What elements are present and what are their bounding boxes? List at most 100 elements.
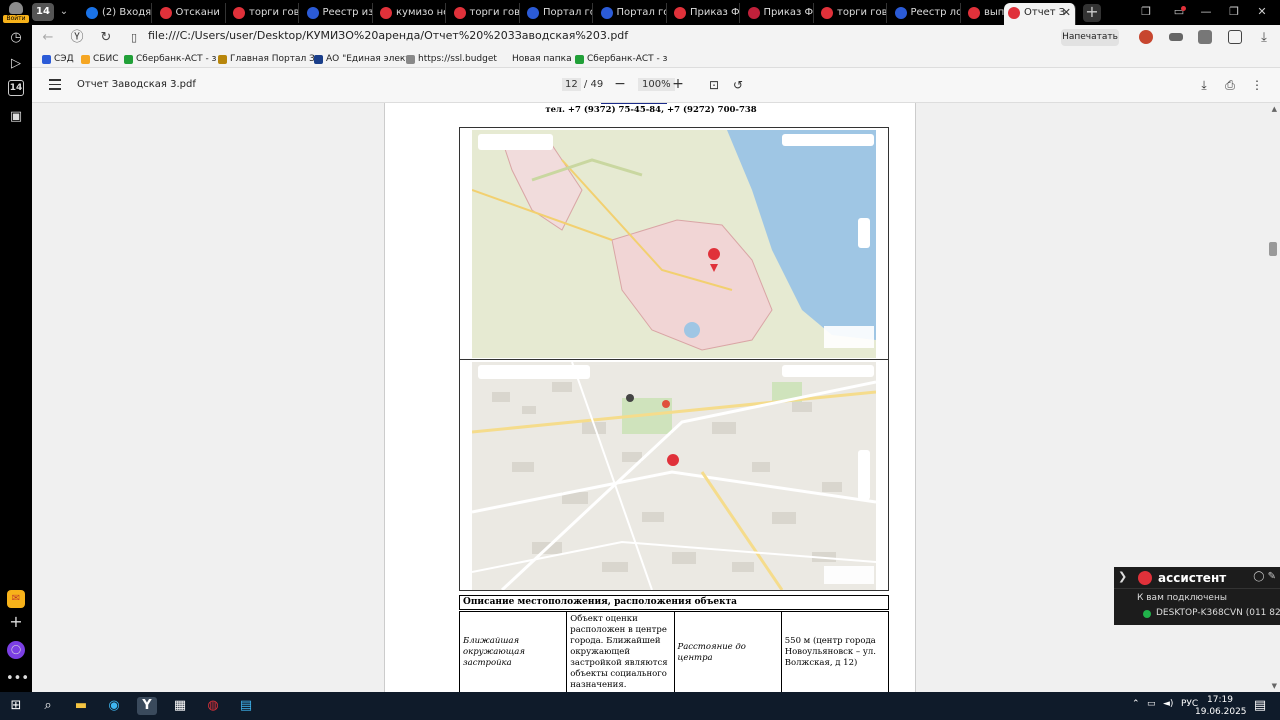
pdf-page: тел. +7 (9372) 75-45-84, +7 (9272) 700-7…: [384, 103, 916, 692]
chevron-right-icon[interactable]: ❯: [1118, 570, 1127, 583]
assistant-popup[interactable]: ❯ ассистент ◯ ✎ К вам подключены DESKTOP…: [1114, 567, 1280, 625]
bookmark-item[interactable]: СЭД: [42, 52, 74, 66]
tab-item[interactable]: кумизо не: [376, 3, 446, 23]
reload-button[interactable]: ↻: [96, 28, 116, 48]
bookmark-item[interactable]: АО "Единая элект: [314, 52, 411, 66]
screenshot-icon[interactable]: ▣: [6, 107, 26, 127]
download-icon[interactable]: ⤓: [1254, 28, 1274, 48]
clock[interactable]: 17:19 19.06.2025: [1195, 694, 1247, 718]
bookmark-item[interactable]: Главная Портал З: [218, 52, 315, 66]
collections-icon[interactable]: ❐: [1134, 3, 1158, 21]
tab-favicon-icon: [380, 7, 392, 19]
close-tab-icon[interactable]: ✕: [1062, 3, 1071, 23]
tab-item[interactable]: торги гов: [817, 3, 887, 23]
scroll-up-icon[interactable]: ▲: [1272, 105, 1277, 113]
windows-start-icon[interactable]: ⊞: [6, 697, 26, 715]
print-button[interactable]: Напечатать: [1061, 29, 1119, 46]
edge-icon[interactable]: ◉: [104, 697, 124, 715]
tab-favicon-icon: [306, 7, 319, 19]
sidebar-panel-icon[interactable]: [1228, 30, 1242, 44]
extension-icon[interactable]: [1139, 30, 1153, 44]
tab-item[interactable]: Приказ Ф: [670, 3, 740, 23]
tab-active[interactable]: Отчет З ✕: [1004, 3, 1076, 25]
chevron-up-icon[interactable]: ⌃: [1132, 699, 1140, 709]
map-pin: [667, 454, 680, 466]
file-explorer-icon[interactable]: ▬: [71, 697, 91, 715]
tab-item[interactable]: Реестр ло: [891, 3, 961, 23]
bookmark-item[interactable]: Сбербанк-АСТ - з: [575, 52, 667, 66]
tab-item[interactable]: Портал го: [597, 3, 667, 23]
fit-page-icon[interactable]: ⊡: [706, 77, 722, 93]
menu-icon[interactable]: [49, 79, 61, 91]
history-icon[interactable]: ◷: [6, 28, 26, 48]
tab-favicon-icon: [600, 7, 613, 19]
tab-item[interactable]: (2) Входящ: [82, 3, 152, 23]
bookmark-favicon-icon: [575, 55, 584, 64]
scroll-down-icon[interactable]: ▼: [1272, 682, 1277, 690]
notifications-icon[interactable]: ▤: [1250, 697, 1270, 715]
shield-icon[interactable]: [1198, 30, 1212, 44]
app-icon[interactable]: ◍: [203, 697, 223, 715]
tab-counter[interactable]: 14: [32, 3, 54, 21]
tab-item[interactable]: торги гов: [229, 3, 299, 23]
page-number-input[interactable]: 12: [562, 78, 581, 91]
yandex-icon[interactable]: Ⓨ: [67, 28, 87, 48]
download-icon[interactable]: ⤓: [1196, 77, 1212, 93]
maps-frame: [459, 127, 889, 591]
tab-item[interactable]: Портал го: [523, 3, 593, 23]
profile-avatar[interactable]: Войти: [3, 2, 29, 23]
add-icon[interactable]: +: [6, 612, 26, 632]
volume-icon[interactable]: ◄): [1163, 699, 1173, 709]
extension-icon[interactable]: [1169, 33, 1183, 41]
minimize-icon[interactable]: —: [1194, 3, 1218, 21]
alice-icon[interactable]: ◯: [7, 641, 25, 659]
yandex-browser-icon[interactable]: Y: [137, 697, 157, 715]
contact-phone: тел. +7 (9372) 75-45-84, +7 (9272) 700-7…: [545, 105, 757, 115]
back-button[interactable]: ←: [38, 28, 58, 48]
close-icon[interactable]: ✕: [1250, 3, 1274, 21]
login-label: Войти: [3, 15, 29, 23]
bookmark-label: Сбербанк-АСТ - з: [136, 54, 217, 64]
bookmark-favicon-icon: [124, 55, 133, 64]
archiver-icon[interactable]: ▦: [170, 697, 190, 715]
mail-icon[interactable]: ✉: [7, 590, 25, 608]
bookmark-item[interactable]: Сбербанк-АСТ - з: [124, 52, 216, 66]
network-icon[interactable]: ▭: [1147, 699, 1156, 709]
tab-favicon-icon: [453, 7, 466, 19]
tab-item[interactable]: Приказ Ф: [744, 3, 814, 23]
tabs-count-icon[interactable]: 14: [8, 80, 24, 96]
search-icon[interactable]: ⌕: [38, 697, 58, 715]
new-tab-button[interactable]: +: [1083, 4, 1101, 22]
print-icon[interactable]: ⎙: [1222, 77, 1238, 93]
zoom-out-button[interactable]: −: [612, 76, 628, 92]
tab-label: торги гов: [249, 7, 299, 18]
bookmark-item[interactable]: Новая папка: [500, 52, 572, 66]
tab-favicon-icon: [674, 7, 686, 19]
restore-icon[interactable]: ❐: [1222, 3, 1246, 21]
pdf-viewer[interactable]: тел. +7 (9372) 75-45-84, +7 (9272) 700-7…: [32, 103, 1280, 692]
tab-item[interactable]: Реестр из: [303, 3, 373, 23]
notifications-icon[interactable]: ▭: [1167, 3, 1191, 21]
chat-icon[interactable]: ◯ ✎: [1253, 571, 1276, 582]
tab-favicon-icon: [894, 7, 907, 19]
tab-favicon-icon: [1008, 7, 1020, 19]
bookmark-favicon-icon: [218, 55, 227, 64]
chevron-down-icon[interactable]: ⌄: [56, 3, 72, 21]
bookmark-item[interactable]: https://ssl.budget: [406, 52, 497, 66]
bookmark-item[interactable]: СБИС: [81, 52, 118, 66]
bookmark-favicon-icon: [42, 55, 51, 64]
bookmark-favicon-icon: [81, 55, 90, 64]
more-icon[interactable]: •••: [6, 669, 29, 689]
connected-device: DESKTOP-K368CVN (011 823...: [1156, 608, 1280, 618]
tab-item[interactable]: Отскани: [156, 3, 226, 23]
scrollbar-thumb[interactable]: [1269, 242, 1277, 256]
clock-time: 17:19: [1207, 695, 1233, 705]
tab-item[interactable]: торги гов: [450, 3, 520, 23]
app-icon[interactable]: ▤: [236, 697, 256, 715]
rotate-icon[interactable]: ↺: [730, 77, 746, 93]
zoom-in-button[interactable]: +: [670, 76, 686, 92]
bookmark-label: АО "Единая элект: [326, 54, 411, 64]
play-icon[interactable]: ▷: [6, 54, 26, 74]
url-field[interactable]: file:///C:/Users/user/Desktop/КУМИЗО%20а…: [148, 29, 628, 42]
more-options-icon[interactable]: ⋮: [1249, 77, 1265, 93]
